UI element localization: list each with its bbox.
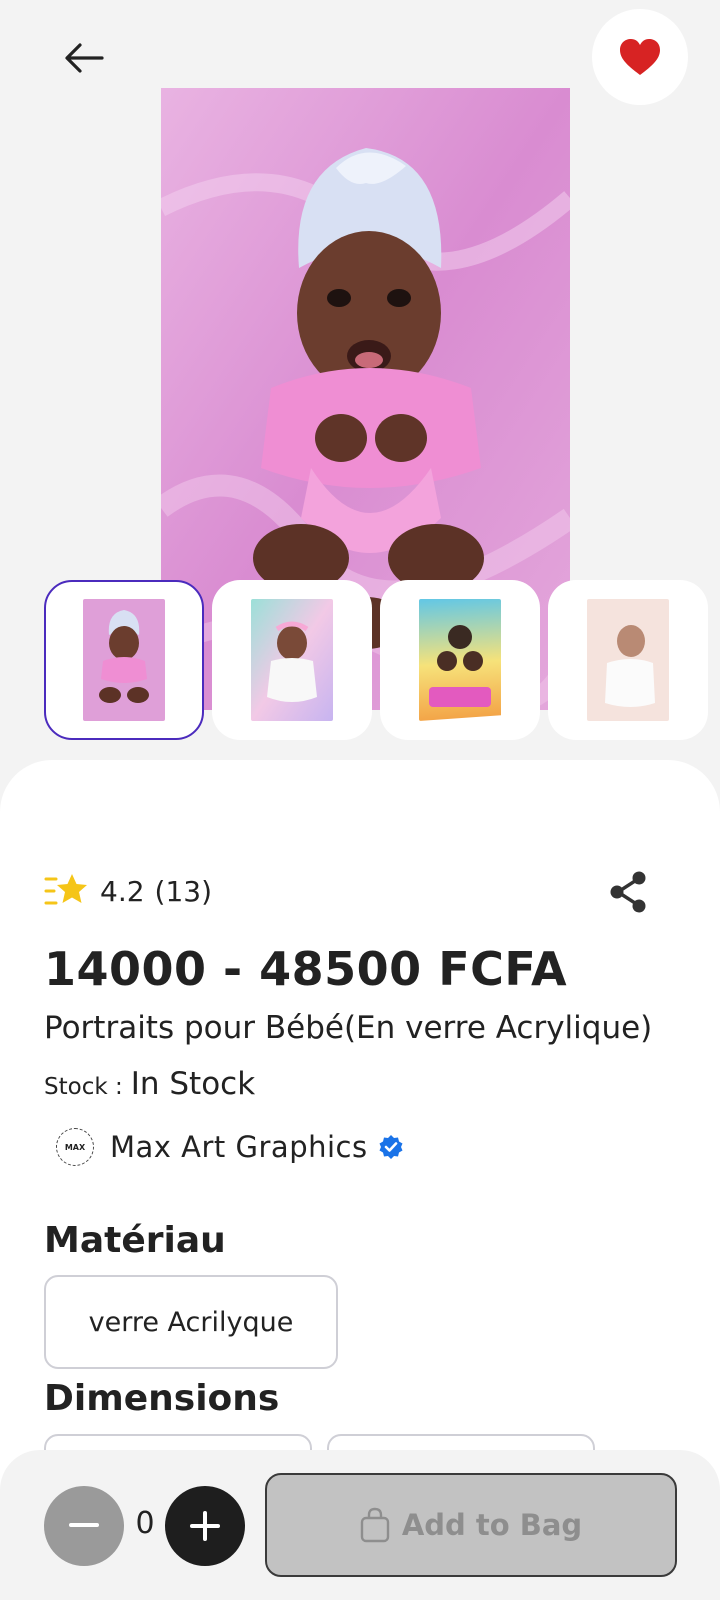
thumbnail-strip (44, 580, 720, 740)
dimensions-heading: Dimensions (44, 1378, 280, 1419)
share-icon (610, 871, 646, 913)
quantity-value: 0 (135, 1506, 155, 1541)
add-to-bag-label: Add to Bag (401, 1508, 583, 1542)
verified-badge-icon (379, 1135, 403, 1159)
thumbnail-4[interactable] (548, 580, 708, 740)
thumbnail-3[interactable] (380, 580, 540, 740)
thumbnail-2[interactable] (212, 580, 372, 740)
seller-logo: MAX (56, 1128, 94, 1166)
plus-icon (190, 1511, 220, 1541)
share-button[interactable] (604, 868, 652, 916)
favorite-button[interactable] (592, 9, 688, 105)
increase-quantity-button[interactable] (165, 1486, 245, 1566)
seller-link[interactable]: MAX Max Art Graphics (56, 1124, 404, 1170)
baby-pastel-portrait (251, 599, 333, 721)
family-poster-portrait (419, 599, 501, 721)
arrow-left-icon (65, 43, 104, 73)
material-heading: Matériau (44, 1220, 226, 1261)
product-rating: 4.2 (13) (44, 870, 212, 912)
stock-label: Stock : (44, 1074, 123, 1100)
shopping-bag-icon (360, 1507, 390, 1543)
heart-icon (620, 39, 660, 75)
product-price: 14000 - 48500 FCFA (44, 942, 568, 996)
minus-icon (69, 1523, 99, 1527)
stock-status: Stock : In Stock (44, 1066, 255, 1102)
baby-white-portrait (587, 599, 669, 721)
thumbnail-1[interactable] (44, 580, 204, 740)
rating-count: (13) (154, 874, 213, 908)
rating-score: 4.2 (100, 874, 145, 908)
material-option[interactable]: verre Acrilyque (44, 1275, 338, 1369)
back-button[interactable] (54, 30, 114, 86)
product-title: Portraits pour Bébé(En verre Acrylique) (44, 1010, 653, 1046)
add-to-bag-button[interactable]: Add to Bag (265, 1473, 677, 1577)
stock-value: In Stock (130, 1066, 256, 1102)
star-icon (44, 871, 92, 911)
seller-name: Max Art Graphics (110, 1130, 368, 1164)
decrease-quantity-button[interactable] (44, 1486, 124, 1566)
baby-pink-portrait (83, 599, 165, 721)
